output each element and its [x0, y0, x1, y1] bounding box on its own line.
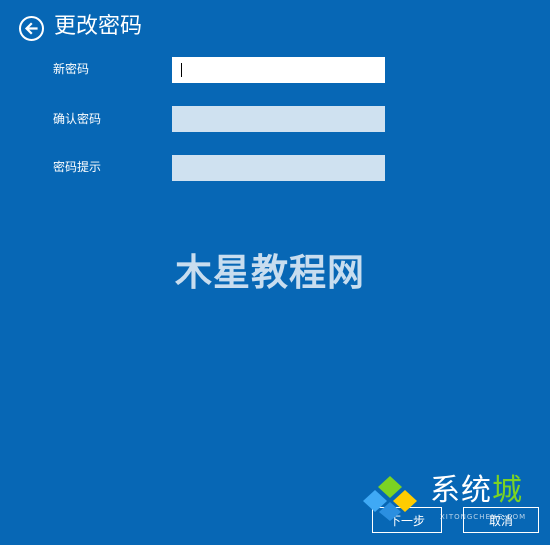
confirm-password-label: 确认密码	[53, 112, 102, 126]
logo-text-main: 系统	[430, 473, 492, 508]
password-hint-input[interactable]	[172, 155, 385, 181]
new-password-label: 新密码	[53, 62, 90, 76]
text-caret	[181, 63, 182, 77]
password-hint-label: 密码提示	[53, 160, 102, 174]
logo-text-accent: 城	[492, 473, 523, 508]
logo-wordmark: 系统城	[430, 474, 523, 508]
confirm-password-input[interactable]	[172, 106, 385, 132]
site-watermark: 木星教程网	[175, 251, 365, 294]
back-button[interactable]	[19, 16, 44, 41]
back-arrow-icon	[24, 22, 38, 35]
page-title: 更改密码	[54, 14, 143, 39]
next-button[interactable]: 下一步	[372, 507, 442, 533]
cancel-button[interactable]: 取消	[463, 507, 539, 533]
new-password-input[interactable]	[172, 57, 385, 83]
